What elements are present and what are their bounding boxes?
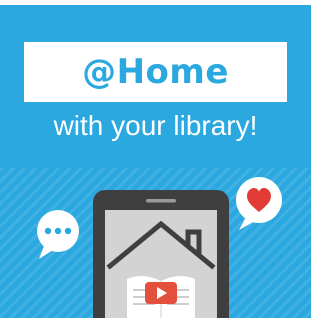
promo-poster: @Home with your library! — [0, 0, 311, 318]
illustration — [37, 177, 282, 318]
chat-bubble-icon — [37, 210, 79, 259]
heart-bubble-icon — [236, 177, 282, 230]
play-button-icon — [145, 282, 177, 304]
